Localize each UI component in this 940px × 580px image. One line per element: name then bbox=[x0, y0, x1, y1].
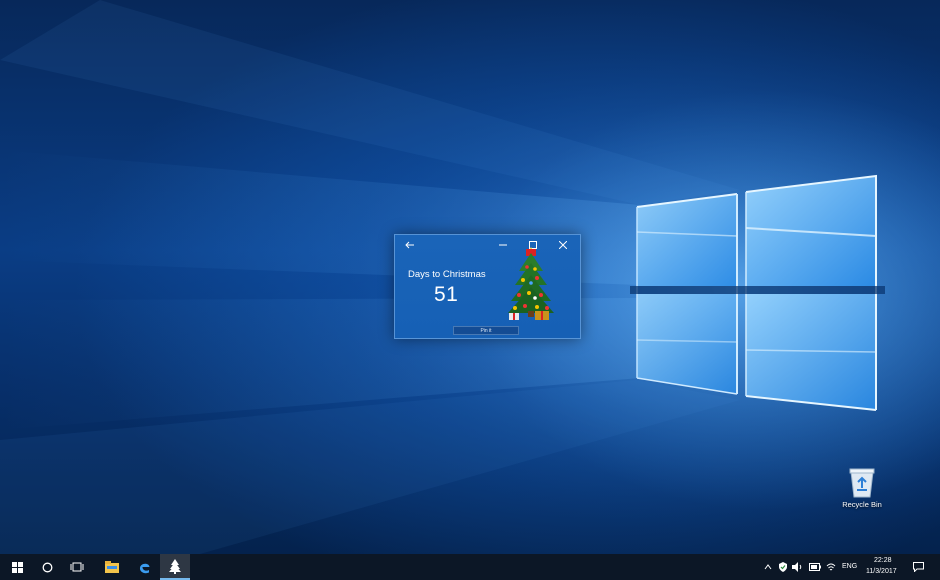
pin-it-button[interactable]: Pin it bbox=[453, 326, 519, 335]
days-to-christmas-window: Days to Christmas 51 Pin it bbox=[394, 234, 581, 339]
language-indicator[interactable]: ENG bbox=[842, 563, 857, 570]
task-view-button[interactable] bbox=[62, 554, 92, 580]
search-button[interactable] bbox=[32, 554, 62, 580]
logo-pane-bottom-left bbox=[637, 294, 737, 394]
action-center-icon[interactable] bbox=[913, 562, 924, 572]
start-button[interactable] bbox=[2, 554, 32, 580]
days-counter: 51 bbox=[434, 283, 459, 306]
christmas-app-taskbar-button[interactable] bbox=[160, 554, 190, 580]
close-icon[interactable] bbox=[554, 237, 572, 253]
file-explorer-button[interactable] bbox=[97, 554, 127, 580]
start-icon bbox=[11, 561, 23, 573]
christmas-tree-app-icon bbox=[169, 558, 181, 574]
clock-date[interactable]: 11/3/2017 bbox=[866, 568, 897, 575]
task-view-icon bbox=[70, 562, 84, 572]
edge-button[interactable] bbox=[129, 554, 159, 580]
recycle-bin-label: Recycle Bin bbox=[842, 500, 882, 509]
recycle-bin-desktop-icon[interactable]: Recycle Bin bbox=[836, 466, 888, 514]
file-explorer-icon bbox=[105, 561, 119, 573]
desktop: Days to Christmas 51 Pin it Recycle Bin bbox=[0, 0, 940, 554]
wifi-icon[interactable] bbox=[826, 563, 836, 572]
christmas-tree-image bbox=[508, 247, 554, 320]
search-circle-icon bbox=[42, 562, 52, 572]
logo-pane-top-left bbox=[637, 194, 737, 286]
clock-time[interactable]: 22:28 bbox=[874, 557, 892, 564]
defender-icon[interactable] bbox=[778, 562, 788, 572]
show-hidden-icons-chevron[interactable] bbox=[764, 564, 772, 570]
taskbar: ENG 22:28 11/3/2017 bbox=[0, 554, 940, 580]
edge-icon bbox=[139, 563, 149, 573]
app-heading: Days to Christmas bbox=[408, 269, 486, 280]
volume-icon[interactable] bbox=[792, 562, 803, 572]
battery-icon[interactable] bbox=[809, 563, 821, 571]
recycle-bin-icon bbox=[849, 468, 875, 498]
back-arrow-icon[interactable] bbox=[401, 237, 419, 253]
